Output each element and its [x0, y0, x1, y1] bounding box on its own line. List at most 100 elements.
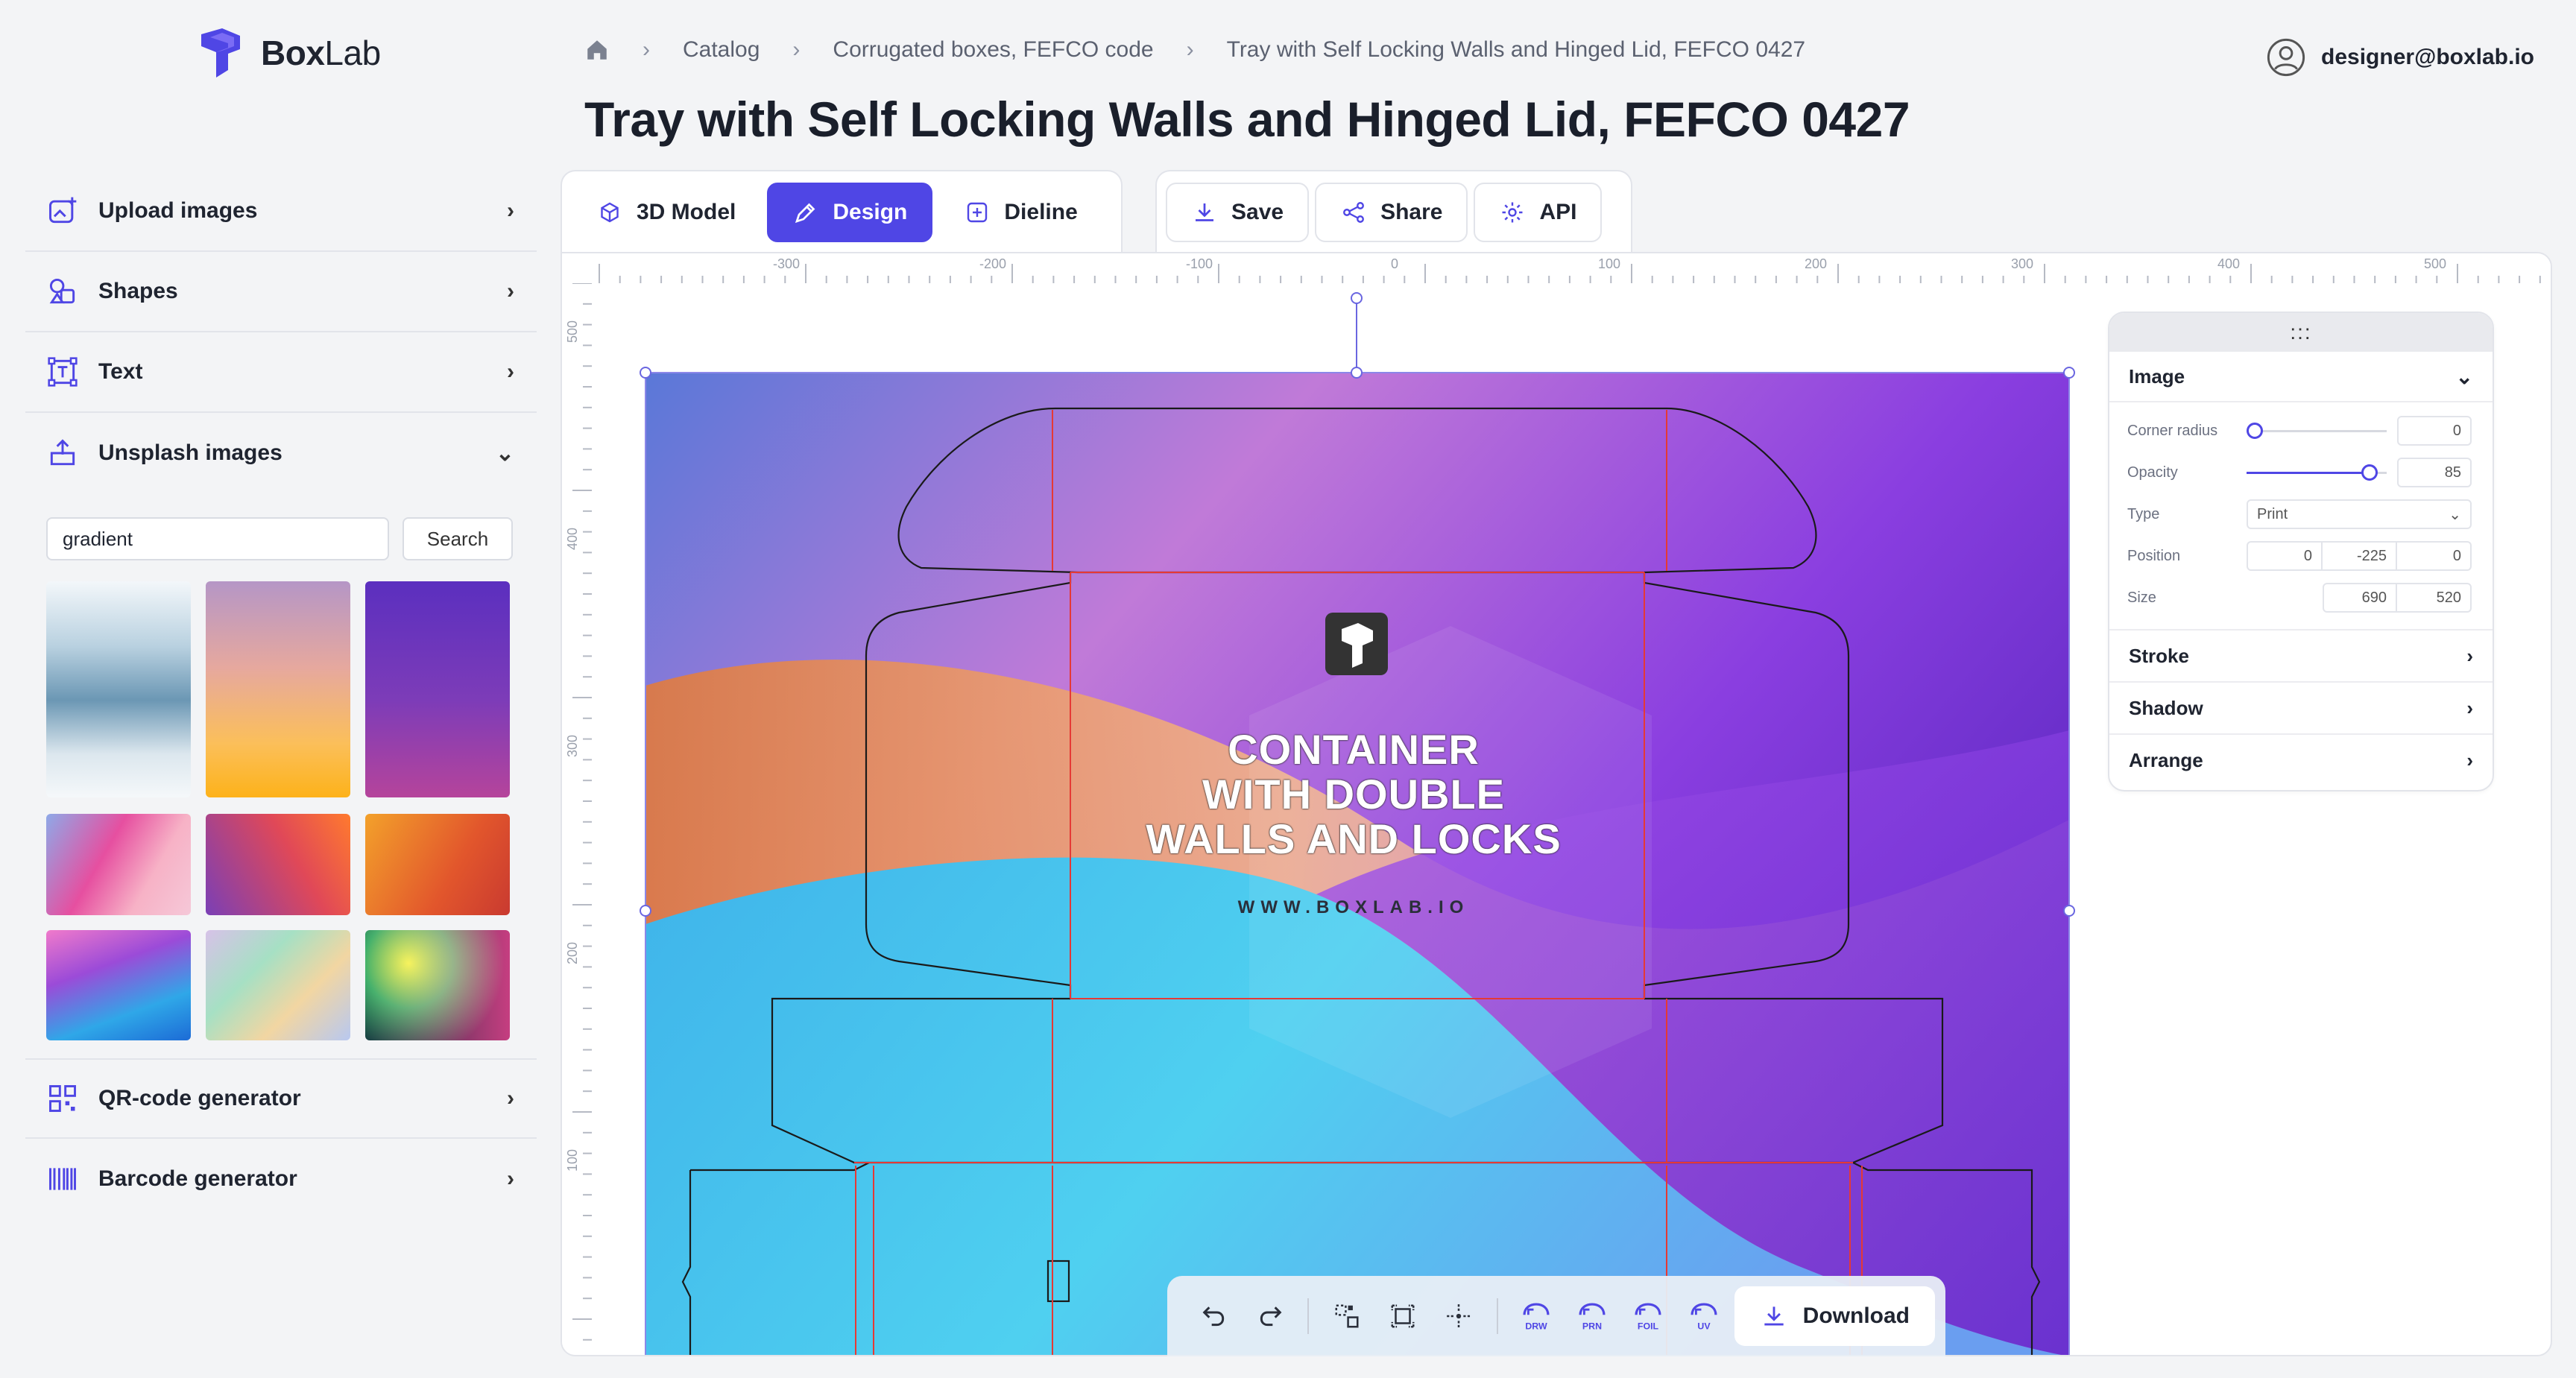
position-x-input[interactable]: 0 — [2247, 541, 2323, 571]
drag-handle[interactable]: ::: — [2109, 313, 2493, 352]
drw-label: DRW — [1525, 1321, 1547, 1332]
page-title: Tray with Self Locking Walls and Hinged … — [584, 92, 1910, 147]
undo-button[interactable] — [1188, 1290, 1240, 1342]
download-icon — [1196, 203, 1213, 221]
prn-layer-button[interactable]: PRN — [1566, 1290, 1617, 1342]
resize-handle[interactable] — [1351, 367, 1363, 379]
chevron-down-icon: ⌄ — [2455, 364, 2473, 388]
upload-image-icon — [49, 197, 77, 224]
unsplash-search-button[interactable]: Search — [402, 517, 513, 560]
sidebar-item-unsplash-images[interactable]: Unsplash images ⌄ — [25, 413, 537, 493]
type-select[interactable]: Print ⌄ — [2247, 499, 2472, 529]
ruler-label: 200 — [1805, 256, 1827, 271]
chevron-right-icon: › — [2466, 644, 2473, 667]
unsplash-search-input[interactable] — [46, 517, 389, 560]
section-title: Shadow — [2129, 696, 2203, 719]
foil-layer-button[interactable]: FOIL — [1622, 1290, 1673, 1342]
breadcrumb-category[interactable]: Corrugated boxes, FEFCO code — [833, 37, 1153, 63]
unsplash-thumbnail[interactable] — [46, 930, 191, 1040]
frame-icon — [1391, 1304, 1415, 1328]
size-row: Size 690 520 — [2109, 577, 2493, 619]
unsplash-thumbnail[interactable] — [46, 814, 191, 915]
sidebar-item-upload-images[interactable]: Upload images › — [25, 171, 537, 252]
resize-handle[interactable] — [640, 367, 651, 379]
vertical-ruler: 500 400 300 200 100 — [562, 283, 592, 1355]
breadcrumb-catalog[interactable]: Catalog — [683, 37, 760, 63]
tab-label: 3D Model — [637, 200, 736, 224]
foil-layer-icon: FOIL — [1635, 1303, 1661, 1332]
save-button[interactable]: Save — [1166, 183, 1310, 242]
unsplash-thumbnail[interactable] — [206, 581, 350, 797]
uv-label: UV — [1697, 1321, 1711, 1332]
api-button[interactable]: API — [1474, 183, 1603, 242]
rotate-handle[interactable] — [1351, 292, 1363, 304]
undo-icon — [1202, 1306, 1224, 1327]
resize-handle[interactable] — [2063, 367, 2075, 379]
logo[interactable]: BoxLab — [195, 27, 381, 79]
position-y-input[interactable]: -225 — [2323, 541, 2397, 571]
tab-3d-model[interactable]: 3D Model — [571, 183, 762, 242]
prn-layer-icon: PRN — [1579, 1303, 1606, 1332]
unsplash-thumbnail[interactable] — [206, 814, 350, 915]
artwork-headline[interactable]: CONTAINER WITH DOUBLE WALLS AND LOCKS — [869, 727, 1838, 862]
ruler-label: 400 — [565, 528, 580, 550]
chevron-down-icon: ⌄ — [495, 440, 514, 466]
headline-line: CONTAINER — [1228, 726, 1480, 773]
group-button[interactable] — [1321, 1290, 1372, 1342]
opacity-slider[interactable] — [2247, 458, 2387, 487]
sidebar-item-text[interactable]: Text › — [25, 332, 537, 413]
chevron-right-icon: › — [2466, 696, 2473, 719]
image-section-header[interactable]: Image ⌄ — [2109, 352, 2493, 402]
sidebar-item-barcode-generator[interactable]: Barcode generator › — [25, 1139, 537, 1219]
user-menu[interactable]: designer@boxlab.io — [2266, 37, 2534, 78]
stroke-section[interactable]: Stroke › — [2109, 629, 2493, 681]
unsplash-thumbnail[interactable] — [206, 930, 350, 1040]
unsplash-thumbnail[interactable] — [365, 814, 510, 915]
opacity-input[interactable]: 85 — [2397, 458, 2472, 487]
type-label: Type — [2127, 505, 2160, 522]
breadcrumb: › Catalog › Corrugated boxes, FEFCO code… — [584, 37, 1805, 63]
tab-dieline[interactable]: Dieline — [938, 183, 1103, 242]
position-z-input[interactable]: 0 — [2397, 541, 2472, 571]
tab-design[interactable]: Design — [767, 183, 933, 242]
position-row: Position 0 -225 0 — [2109, 535, 2493, 577]
sidebar-item-label: Shapes — [98, 279, 178, 303]
opacity-label: Opacity — [2127, 464, 2178, 481]
download-button[interactable]: Download — [1734, 1286, 1935, 1346]
shadow-section[interactable]: Shadow › — [2109, 681, 2493, 733]
share-button[interactable]: Share — [1315, 183, 1468, 242]
artwork-url[interactable]: WWW.BOXLAB.IO — [869, 897, 1838, 918]
center-button[interactable] — [1433, 1290, 1485, 1342]
brand-name-light: Lab — [324, 34, 381, 72]
chevron-right-icon: › — [507, 1166, 514, 1191]
unsplash-thumbnail[interactable] — [365, 930, 510, 1040]
corner-radius-input[interactable]: 0 — [2397, 416, 2472, 446]
arrange-section[interactable]: Arrange › — [2109, 733, 2493, 786]
home-icon[interactable] — [584, 37, 610, 63]
ruler-label: 300 — [565, 735, 580, 757]
frame-button[interactable] — [1377, 1290, 1429, 1342]
drw-layer-button[interactable]: DRW — [1510, 1290, 1562, 1342]
text-icon — [48, 357, 78, 387]
horizontal-ruler: -300 -200 -100 0 100 200 300 400 500 — [592, 253, 2551, 283]
corner-radius-slider[interactable] — [2247, 416, 2387, 446]
redo-button[interactable] — [1244, 1290, 1295, 1342]
ruler-label: 100 — [565, 1149, 580, 1172]
artwork-image[interactable]: CONTAINER WITH DOUBLE WALLS AND LOCKS WW… — [645, 373, 2069, 1355]
download-label: Download — [1802, 1303, 1910, 1328]
section-title: Stroke — [2129, 644, 2189, 667]
sidebar-item-shapes[interactable]: Shapes › — [25, 252, 537, 332]
sidebar-item-qr-code-generator[interactable]: QR-code generator › — [25, 1058, 537, 1139]
size-height-input[interactable]: 520 — [2397, 583, 2472, 613]
headline-line: WITH DOUBLE — [1202, 771, 1506, 818]
resize-handle[interactable] — [640, 905, 651, 917]
unsplash-thumbnail[interactable] — [365, 581, 510, 797]
uv-layer-icon: UV — [1690, 1303, 1717, 1332]
size-width-input[interactable]: 690 — [2323, 583, 2397, 613]
uv-layer-button[interactable]: UV — [1678, 1290, 1729, 1342]
unsplash-thumbnail[interactable] — [46, 581, 191, 797]
chevron-right-icon: › — [1186, 37, 1194, 62]
brand-name-bold: Box — [261, 34, 325, 72]
resize-handle[interactable] — [2063, 905, 2075, 917]
section-title: Image — [2129, 364, 2185, 388]
